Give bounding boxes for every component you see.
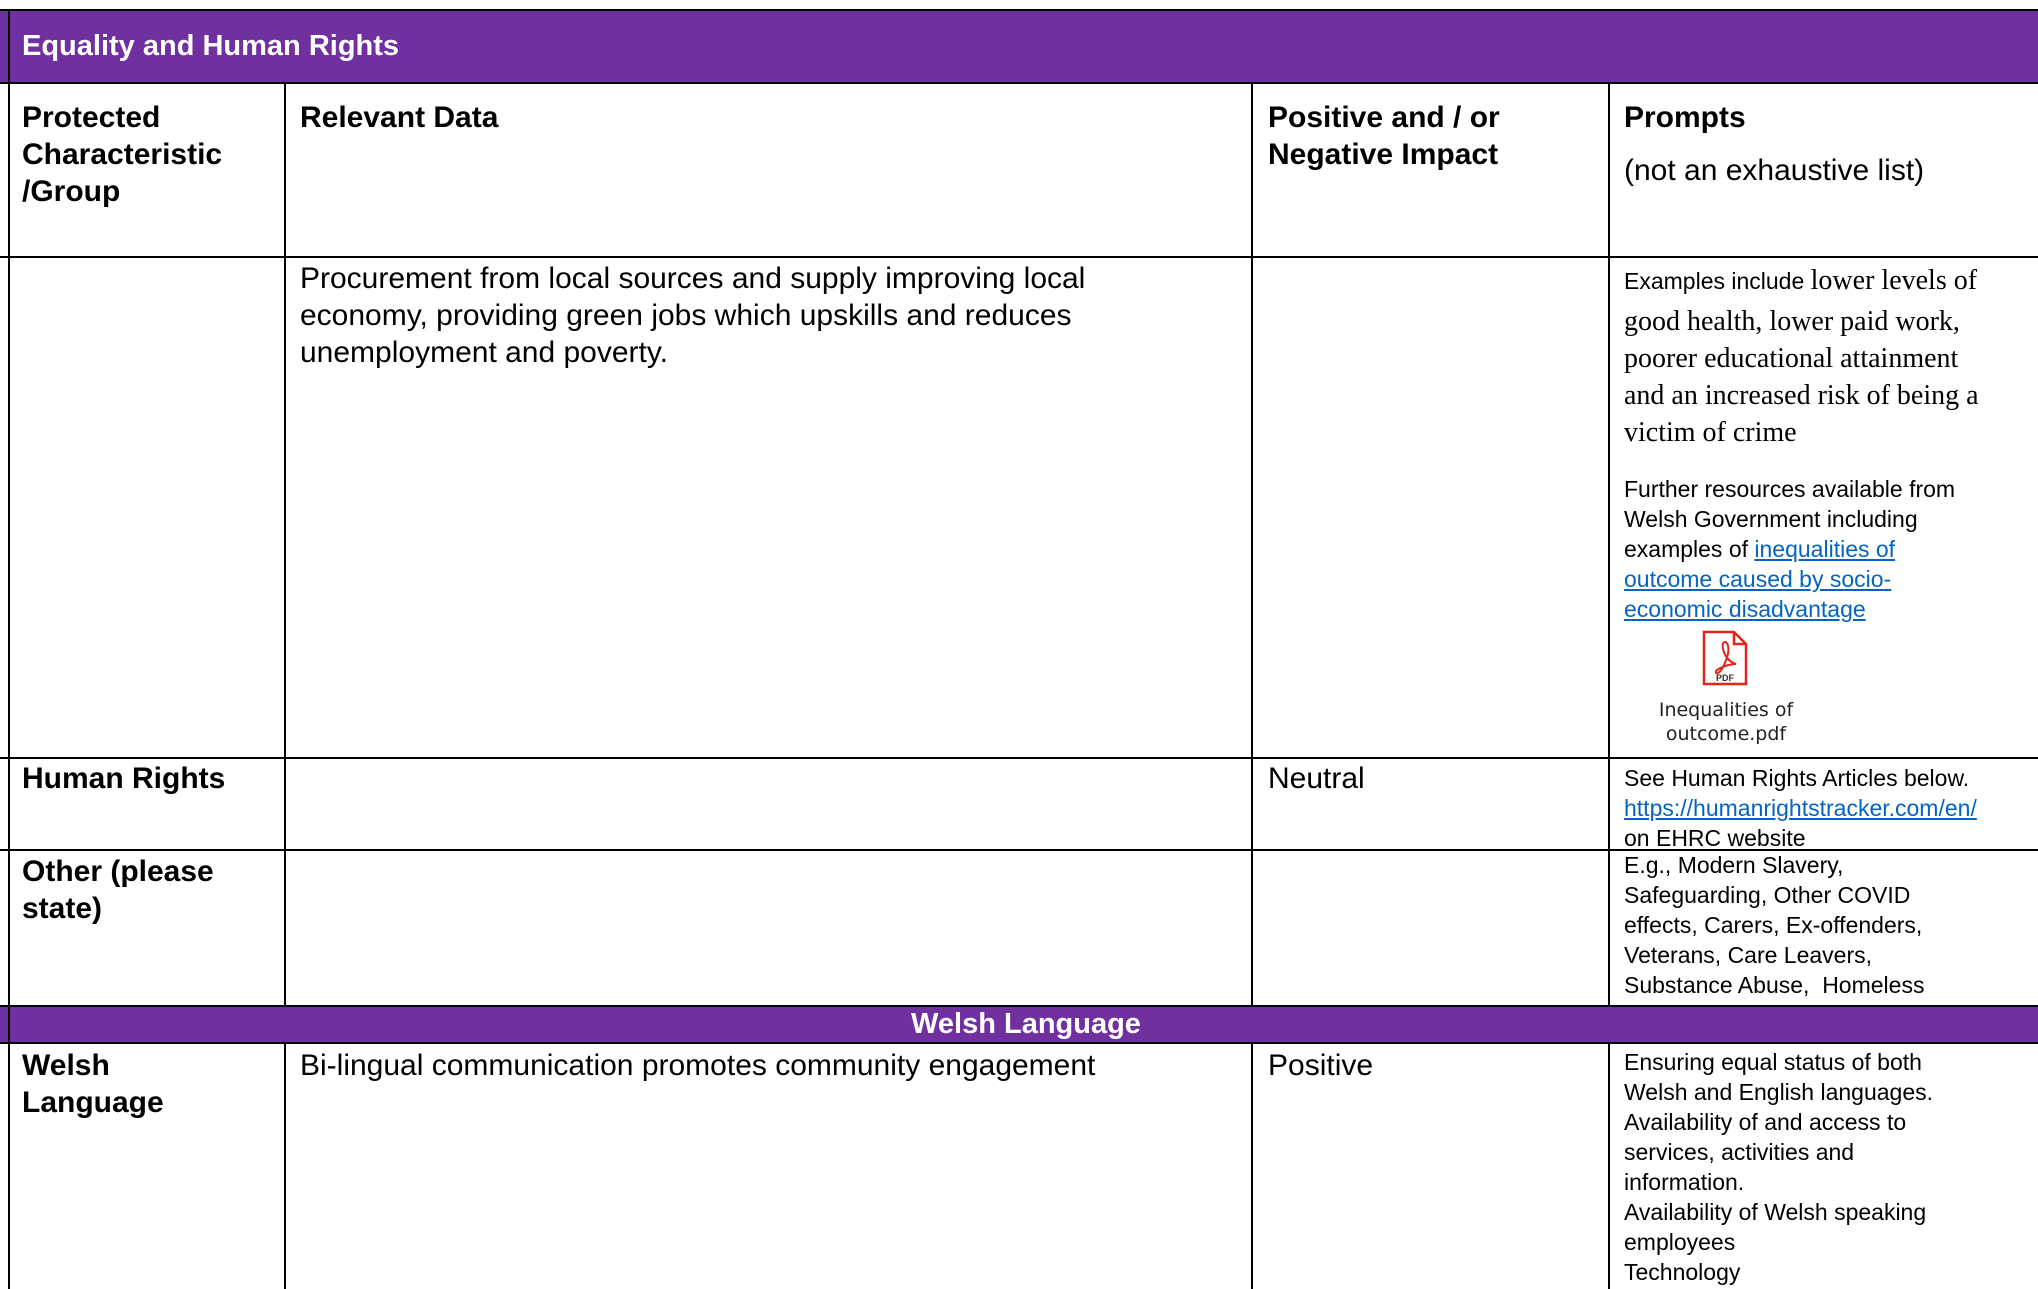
pdf-name-line: outcome.pdf bbox=[1665, 723, 1787, 745]
prompt-serif-line: victim of crime bbox=[1624, 417, 1797, 448]
inequalities-link[interactable]: economic disadvantage bbox=[1624, 594, 1955, 624]
column-header-impact-line: Negative Impact bbox=[1268, 138, 1499, 171]
table-border bbox=[1608, 82, 1610, 1006]
pdf-name-line: Inequalities of bbox=[1658, 699, 1794, 721]
welsh-language-prompt: Ensuring equal status of both Welsh and … bbox=[1624, 1047, 1933, 1287]
welsh-prompt-line: Technology bbox=[1624, 1259, 1741, 1285]
welsh-prompt-line: Availability of Welsh speaking bbox=[1624, 1199, 1927, 1225]
pdf-attachment-name: Inequalities of outcome.pdf bbox=[1646, 698, 1806, 746]
socio-economic-relevant-data: Procurement from local sources and suppl… bbox=[300, 260, 1085, 371]
prompt-serif-line: good health, lower paid work, bbox=[1624, 306, 1960, 337]
other-prompt: E.g., Modern Slavery, Safeguarding, Othe… bbox=[1624, 850, 1924, 1000]
pdf-icon-label: PDF bbox=[1716, 673, 1735, 683]
column-header-group-line: /Group bbox=[22, 175, 121, 208]
table-border bbox=[1251, 1042, 1253, 1289]
column-header-relevant-data: Relevant Data bbox=[300, 101, 499, 134]
section-title: Equality and Human Rights bbox=[22, 30, 400, 62]
table-border bbox=[0, 1042, 2038, 1044]
human-rights-tracker-link[interactable]: https://humanrightstracker.com/en/ bbox=[1624, 793, 1977, 823]
relevant-data-line: Procurement from local sources and suppl… bbox=[300, 262, 1086, 295]
table-border bbox=[1251, 82, 1253, 1006]
other-prompt-line: Safeguarding, Other COVID bbox=[1624, 882, 1911, 908]
human-rights-prompt: See Human Rights Articles below. https:/… bbox=[1624, 763, 1977, 853]
table-border bbox=[0, 256, 2038, 258]
column-header-prompts-subtitle: (not an exhaustive list) bbox=[1624, 154, 1925, 187]
table-border bbox=[284, 1042, 286, 1289]
table-border bbox=[0, 757, 2038, 759]
column-header-impact: Positive and / or Negative Impact bbox=[1268, 99, 1500, 173]
other-prompt-line: Veterans, Care Leavers, bbox=[1624, 942, 1873, 968]
table-border bbox=[284, 82, 286, 1006]
column-header-impact-line: Positive and / or bbox=[1268, 101, 1500, 134]
row-header-welsh-line: Welsh bbox=[22, 1049, 110, 1082]
other-prompt-line: E.g., Modern Slavery, bbox=[1624, 852, 1844, 878]
welsh-language-impact: Positive bbox=[1268, 1049, 1374, 1082]
column-header-prompts: Prompts bbox=[1624, 101, 1746, 134]
equality-impact-table: Equality and Human Rights Welsh Language… bbox=[0, 0, 2038, 1289]
welsh-prompt-line: Ensuring equal status of both bbox=[1624, 1049, 1922, 1075]
welsh-prompt-line: employees bbox=[1624, 1229, 1736, 1255]
welsh-language-relevant-data: Bi-lingual communication promotes commun… bbox=[300, 1049, 1096, 1082]
resources-prefix: examples of bbox=[1624, 536, 1755, 562]
row-header-welsh-line: Language bbox=[22, 1086, 164, 1119]
row-header-human-rights: Human Rights bbox=[22, 762, 226, 795]
welsh-prompt-line: Welsh and English languages. bbox=[1624, 1079, 1934, 1105]
row-header-other-line: Other (please bbox=[22, 855, 214, 888]
prompt-lead-text: Examples include bbox=[1624, 268, 1811, 294]
resources-line: Further resources available from bbox=[1624, 476, 1956, 502]
prompt-serif-text: lower levels of bbox=[1810, 265, 1978, 296]
column-header-group: Protected Characteristic /Group bbox=[22, 99, 222, 210]
human-rights-prompt-line: on EHRC website bbox=[1624, 825, 1806, 851]
other-prompt-line: Substance Abuse, Homeless bbox=[1624, 972, 1925, 998]
table-border bbox=[1608, 1042, 1610, 1289]
welsh-prompt-line: services, activities and bbox=[1624, 1139, 1855, 1165]
row-header-welsh-language: Welsh Language bbox=[22, 1047, 164, 1121]
prompt-serif-line: and an increased risk of being a bbox=[1624, 380, 1979, 411]
welsh-language-band-title: Welsh Language bbox=[911, 1008, 1141, 1040]
socio-economic-prompt-examples: Examples include lower levels of good he… bbox=[1624, 262, 1979, 451]
pdf-attachment[interactable]: PDF Inequalities of outcome.pdf bbox=[1646, 630, 1806, 750]
inequalities-link[interactable]: inequalities of bbox=[1754, 536, 1895, 562]
prompt-serif-line: poorer educational attainment bbox=[1624, 343, 1959, 374]
human-rights-impact: Neutral bbox=[1268, 762, 1365, 795]
pdf-file-icon: PDF bbox=[1702, 630, 1748, 686]
welsh-prompt-line: information. bbox=[1624, 1169, 1745, 1195]
resources-line: Welsh Government including bbox=[1624, 506, 1918, 532]
human-rights-prompt-line: See Human Rights Articles below. bbox=[1624, 765, 1970, 791]
table-border bbox=[0, 9, 2038, 11]
relevant-data-line: unemployment and poverty. bbox=[300, 336, 668, 369]
table-border bbox=[0, 82, 2038, 84]
column-header-group-line: Characteristic bbox=[22, 138, 223, 171]
welsh-prompt-line: Availability of and access to bbox=[1624, 1109, 1907, 1135]
column-header-group-line: Protected bbox=[22, 101, 161, 134]
inequalities-link[interactable]: outcome caused by socio- bbox=[1624, 564, 1955, 594]
other-prompt-line: effects, Carers, Ex-offenders, bbox=[1624, 912, 1923, 938]
row-header-other: Other (please state) bbox=[22, 853, 214, 927]
table-border bbox=[0, 1005, 2038, 1007]
socio-economic-resources: Further resources available from Welsh G… bbox=[1624, 474, 1955, 624]
table-border bbox=[8, 9, 10, 1289]
row-header-other-line: state) bbox=[22, 892, 103, 925]
relevant-data-line: economy, providing green jobs which upsk… bbox=[300, 299, 1072, 332]
